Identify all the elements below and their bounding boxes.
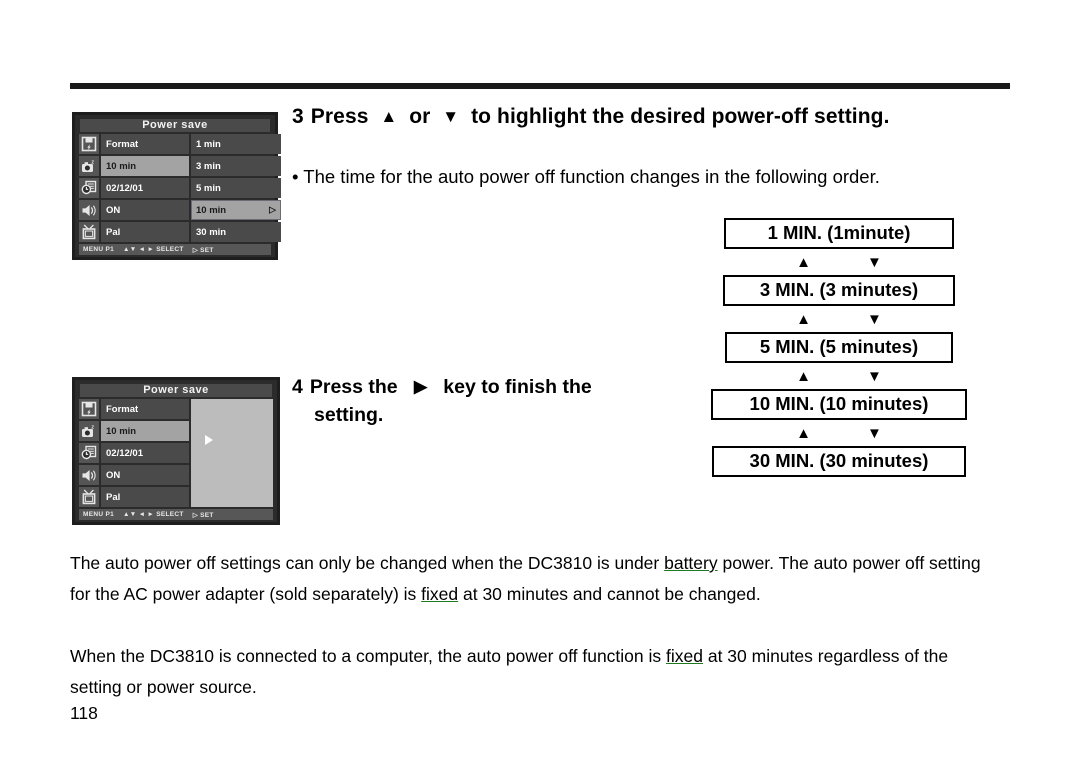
lcd-option-1min[interactable]: 1 min xyxy=(191,134,281,154)
play-triangle-icon xyxy=(205,435,213,445)
lcd-row-powersave[interactable]: 10 min xyxy=(101,156,189,176)
power-off-order-diagram: 1 MIN. (1minute) ▲ ▼ 3 MIN. (3 minutes) … xyxy=(710,218,968,477)
lcd-title: Power save xyxy=(80,119,270,132)
step-4-text-b: key to finish the xyxy=(443,376,592,398)
page-number: 118 xyxy=(70,703,98,723)
flow-connector-3: ▲ ▼ xyxy=(710,363,968,389)
lcd-status-bar: MENU P1 ▲▼ ◄ ► SELECT ▷ SET xyxy=(79,244,271,255)
status-set-hint: ▷ SET xyxy=(192,511,214,519)
lcd-settings-column: Format 10 min 02/12/01 ON Pal xyxy=(101,134,189,242)
footer-paragraph-2: When the DC3810 is connected to a comput… xyxy=(70,641,1000,703)
camera-lcd-screen-step4: Power save z Format 10 min 02/12/01 ON P… xyxy=(72,377,280,525)
step-4-heading: 4 Press the ▶ key to finish the setting. xyxy=(292,373,692,429)
arrow-down-icon: ▼ xyxy=(867,424,882,442)
flow-box-5min: 5 MIN. (5 minutes) xyxy=(725,332,953,363)
lcd-blank-panel xyxy=(191,399,273,507)
svg-text:z: z xyxy=(91,159,94,165)
clock-date-icon[interactable] xyxy=(79,443,99,463)
lcd-row-sound[interactable]: ON xyxy=(101,465,189,485)
lcd-row-sound[interactable]: ON xyxy=(101,200,189,220)
set-caret-icon: ▷ xyxy=(269,204,276,215)
arrow-up-icon: ▲ xyxy=(796,310,811,328)
footer-paragraph-1: The auto power off settings can only be … xyxy=(70,548,1000,610)
step-4-text-c: setting. xyxy=(314,404,384,426)
step-3-heading: 3 Press ▲ or ▼ to highlight the desired p… xyxy=(292,105,890,129)
lcd-icon-column: z xyxy=(79,134,99,242)
flow-box-30min: 30 MIN. (30 minutes) xyxy=(712,446,966,477)
status-select-hint: ▲▼ ◄ ► SELECT xyxy=(123,511,184,518)
step-3-text-a: Press xyxy=(310,105,369,128)
footer-p1-part-a: The auto power off settings can only be … xyxy=(70,553,665,573)
flow-connector-2: ▲ ▼ xyxy=(710,306,968,332)
lcd-option-5min[interactable]: 5 min xyxy=(191,178,281,198)
lcd-options-column: 1 min 3 min 5 min 10 min ▷ 30 min xyxy=(191,134,281,242)
lcd-row-format[interactable]: Format xyxy=(101,134,189,154)
footer-p2-underline-fixed: fixed xyxy=(666,646,703,666)
clock-date-icon[interactable] xyxy=(79,178,99,198)
tv-icon[interactable] xyxy=(79,487,99,507)
status-menu-page: MENU P1 xyxy=(83,246,114,253)
tv-icon[interactable] xyxy=(79,222,99,242)
lcd-row-videoout[interactable]: Pal xyxy=(101,487,189,507)
svg-text:z: z xyxy=(91,424,94,430)
arrow-down-icon: ▼ xyxy=(867,253,882,271)
flow-connector-4: ▲ ▼ xyxy=(710,420,968,446)
lcd-status-bar: MENU P1 ▲▼ ◄ ► SELECT ▷ SET xyxy=(79,509,273,520)
camera-sleep-icon[interactable]: z xyxy=(79,156,99,176)
arrow-down-icon: ▼ xyxy=(867,310,882,328)
floppy-disk-icon[interactable] xyxy=(79,134,99,154)
flow-box-10min: 10 MIN. (10 minutes) xyxy=(711,389,967,420)
arrow-right-icon: ▶ xyxy=(413,377,428,396)
arrow-up-icon: ▲ xyxy=(796,424,811,442)
footer-p1-underline-fixed: fixed xyxy=(421,584,459,604)
step-3-bullet-note: • The time for the auto power off functi… xyxy=(292,166,880,187)
lcd-settings-column: Format 10 min 02/12/01 ON Pal xyxy=(101,399,189,507)
header-rule xyxy=(70,83,1010,89)
step-3-text-b: or xyxy=(409,105,431,128)
lcd-icon-column: z xyxy=(79,399,99,507)
lcd-row-videoout[interactable]: Pal xyxy=(101,222,189,242)
status-menu-page: MENU P1 xyxy=(83,511,114,518)
arrow-down-icon: ▼ xyxy=(867,367,882,385)
camera-sleep-icon[interactable]: z xyxy=(79,421,99,441)
lcd-row-date[interactable]: 02/12/01 xyxy=(101,443,189,463)
step-4-text-a: Press the xyxy=(309,376,398,398)
lcd-title: Power save xyxy=(80,384,272,397)
step-4-number: 4 xyxy=(292,376,303,398)
speaker-icon[interactable] xyxy=(79,465,99,485)
lcd-option-10min[interactable]: 10 min ▷ xyxy=(191,200,281,220)
flow-box-3min: 3 MIN. (3 minutes) xyxy=(723,275,955,306)
footer-p1-underline-battery: battery xyxy=(664,553,718,573)
arrow-up-icon: ▲ xyxy=(796,253,811,271)
lcd-row-powersave[interactable]: 10 min xyxy=(101,421,189,441)
step-3-text-c: to highlight the desired power-off setti… xyxy=(471,105,890,128)
camera-lcd-screen-step3: Power save z Format 10 min 02/12/01 ON P… xyxy=(72,112,281,260)
lcd-option-3min[interactable]: 3 min xyxy=(191,156,281,176)
flow-box-1min: 1 MIN. (1minute) xyxy=(724,218,954,249)
footer-p1-part-c: at 30 minutes and cannot be changed. xyxy=(458,584,761,604)
footer-p2-part-a: When the DC3810 is connected to a comput… xyxy=(70,646,667,666)
lcd-row-date[interactable]: 02/12/01 xyxy=(101,178,189,198)
lcd-option-10min-label: 10 min xyxy=(196,204,227,216)
lcd-row-format[interactable]: Format xyxy=(101,399,189,419)
lcd-option-30min[interactable]: 30 min xyxy=(191,222,281,242)
arrow-up-icon: ▲ xyxy=(380,107,398,126)
arrow-up-icon: ▲ xyxy=(796,367,811,385)
floppy-disk-icon[interactable] xyxy=(79,399,99,419)
speaker-icon[interactable] xyxy=(79,200,99,220)
status-select-hint: ▲▼ ◄ ► SELECT xyxy=(123,246,184,253)
arrow-down-icon: ▼ xyxy=(442,107,460,126)
status-set-hint: ▷ SET xyxy=(192,246,214,254)
flow-connector-1: ▲ ▼ xyxy=(710,249,968,275)
step-3-number: 3 xyxy=(292,105,304,128)
